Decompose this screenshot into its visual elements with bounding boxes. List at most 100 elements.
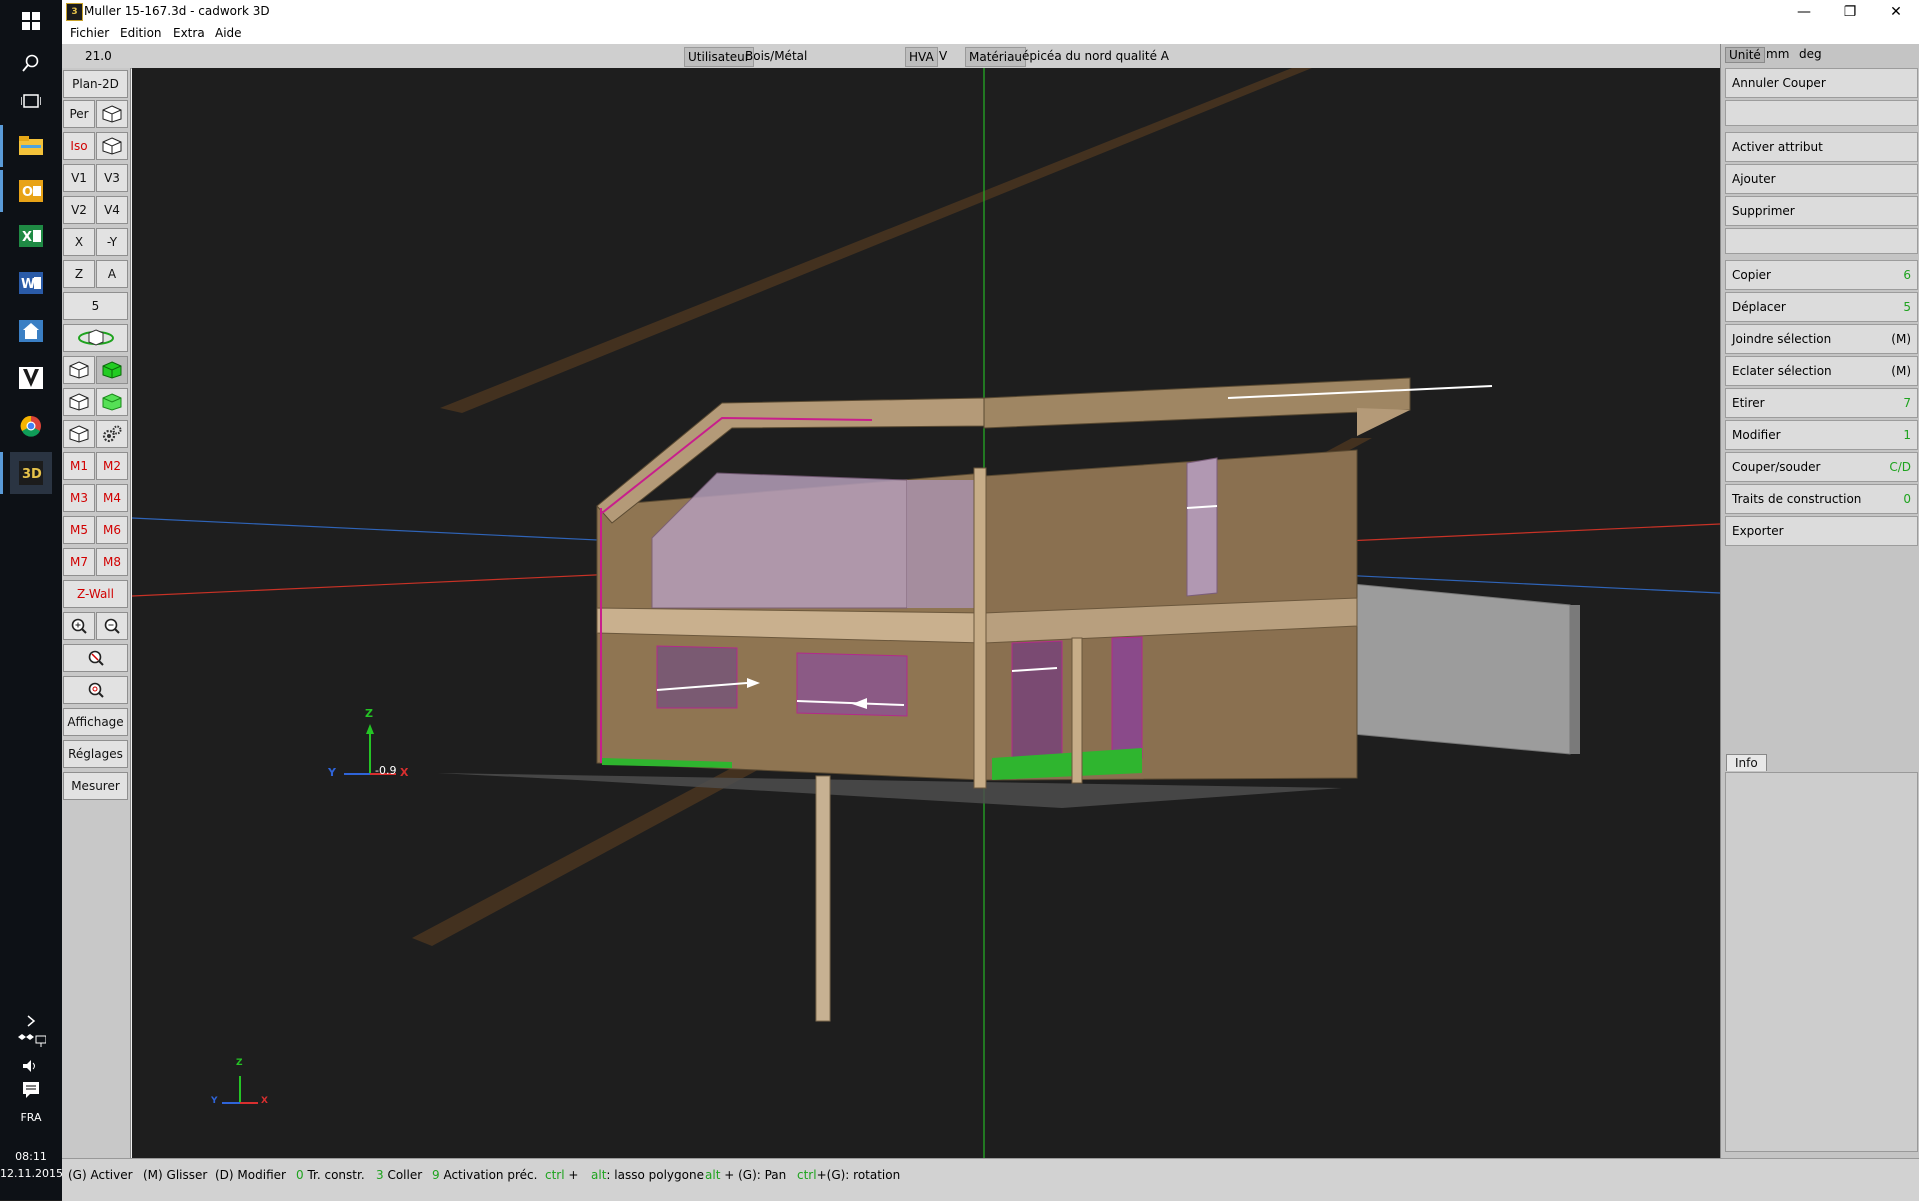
task-view-icon[interactable] — [10, 80, 52, 122]
outlook-icon[interactable]: O — [10, 170, 52, 212]
corner-axis-y-label: Y — [211, 1096, 218, 1106]
menu-edition[interactable]: Edition — [120, 26, 162, 40]
view-5-button[interactable]: 5 — [63, 292, 128, 320]
corner-post — [973, 467, 987, 789]
memory-view-button-3[interactable]: M3 — [63, 484, 95, 512]
memory-view-button-2[interactable]: M2 — [96, 452, 128, 480]
menu-extra[interactable]: Extra — [173, 26, 205, 40]
solid-green-cube-icon[interactable] — [96, 356, 128, 384]
iso-button[interactable]: Iso — [63, 132, 95, 160]
clock-time[interactable]: 08:11 — [0, 1150, 62, 1163]
hva-button[interactable]: HVA — [905, 47, 938, 67]
coordinate-readout: -0.9 — [375, 764, 397, 777]
memory-view-button-8[interactable]: M8 — [96, 548, 128, 576]
zoom-out-icon[interactable] — [96, 612, 128, 640]
supprimer-button[interactable]: Supprimer — [1725, 196, 1918, 226]
status-hint-coller: 3 Coller — [376, 1168, 423, 1182]
taskbar-active-marker — [0, 452, 3, 494]
mesurer-button[interactable]: Mesurer — [63, 772, 128, 800]
traits-construction-button[interactable]: Traits de construction 0 — [1725, 484, 1918, 514]
eclater-selection-button[interactable]: Eclater sélection (M) — [1725, 356, 1918, 386]
svg-text:O: O — [22, 185, 33, 200]
restore-button[interactable]: ❐ — [1827, 0, 1873, 24]
hidden-lines-cube-icon[interactable] — [63, 388, 95, 416]
menu-aide[interactable]: Aide — [215, 26, 242, 40]
taskbar-active-marker — [0, 125, 3, 167]
iso-cube-icon[interactable] — [96, 132, 128, 160]
chrome-icon[interactable] — [10, 405, 52, 447]
zoom-previous-icon[interactable] — [63, 676, 128, 704]
view-minus-y-button[interactable]: -Y — [96, 228, 128, 256]
taskbar-active-marker — [0, 170, 3, 212]
3d-viewport[interactable]: Z Y X -0.9 Z Y X — [132, 68, 1720, 1158]
copier-button[interactable]: Copier 6 — [1725, 260, 1918, 290]
annuler-couper-button[interactable]: Annuler Couper — [1725, 68, 1918, 98]
shaded-green-cube-icon[interactable] — [96, 388, 128, 416]
cadwork-app-icon[interactable]: 3 — [66, 3, 83, 21]
zoom-in-icon[interactable] — [63, 612, 95, 640]
close-button[interactable]: ✕ — [1873, 0, 1919, 24]
material-label[interactable]: Matériau — [965, 47, 1027, 67]
rotate-view-icon[interactable] — [63, 324, 128, 352]
joindre-selection-button[interactable]: Joindre sélection (M) — [1725, 324, 1918, 354]
activer-attribut-button[interactable]: Activer attribut — [1725, 132, 1918, 162]
clock-date[interactable]: 12.11.2015 — [0, 1167, 63, 1180]
reglages-button[interactable]: Réglages — [63, 740, 128, 768]
ajouter-button[interactable]: Ajouter — [1725, 164, 1918, 194]
v-button[interactable]: V — [936, 47, 950, 65]
cube-outline-icon[interactable] — [63, 420, 95, 448]
gears-icon[interactable] — [96, 420, 128, 448]
word-icon[interactable]: W — [10, 262, 52, 304]
view-z-button[interactable]: Z — [63, 260, 95, 288]
plan-2d-button[interactable]: Plan-2D — [63, 70, 128, 98]
info-tab[interactable]: Info — [1726, 754, 1767, 771]
svg-text:W: W — [21, 277, 35, 292]
status-hint-ctrl: ctrl + — [545, 1168, 579, 1182]
affichage-button[interactable]: Affichage — [63, 708, 128, 736]
modifier-button[interactable]: Modifier 1 — [1725, 420, 1918, 450]
memory-view-button-6[interactable]: M6 — [96, 516, 128, 544]
zoom-all-icon[interactable] — [63, 644, 128, 672]
memory-view-button-1[interactable]: M1 — [63, 452, 95, 480]
building-app-icon[interactable] — [10, 310, 52, 352]
excel-icon[interactable]: X — [10, 215, 52, 257]
search-icon[interactable] — [10, 42, 52, 84]
cadwork-taskbar-icon[interactable]: 3D — [10, 452, 52, 494]
windows-start-icon[interactable] — [10, 0, 52, 42]
unit-label[interactable]: Unité — [1725, 47, 1765, 63]
vectorworks-icon[interactable] — [10, 357, 52, 399]
status-hint-rotation: ctrl+(G): rotation — [797, 1168, 901, 1182]
perspective-cube-icon[interactable] — [96, 100, 128, 128]
view-a-button[interactable]: A — [96, 260, 128, 288]
file-explorer-icon[interactable] — [10, 125, 52, 167]
minimize-button[interactable]: — — [1781, 0, 1827, 24]
per-button[interactable]: Per — [63, 100, 95, 128]
unit-angle[interactable]: deg — [1799, 47, 1822, 61]
view-v1-button[interactable]: V1 — [63, 164, 95, 192]
z-wall-button[interactable]: Z-Wall — [63, 580, 128, 608]
couper-souder-button[interactable]: Couper/souder C/D — [1725, 452, 1918, 482]
etirer-button[interactable]: Etirer 7 — [1725, 388, 1918, 418]
view-v3-button[interactable]: V3 — [96, 164, 128, 192]
view-x-button[interactable]: X — [63, 228, 95, 256]
empty-slot-button[interactable] — [1725, 100, 1918, 126]
memory-view-button-4[interactable]: M4 — [96, 484, 128, 512]
deplacer-button[interactable]: Déplacer 5 — [1725, 292, 1918, 322]
guide-plane-upper — [440, 68, 1312, 413]
wireframe-cube-icon[interactable] — [63, 356, 95, 384]
info-bar: 21.0 Utilisateur Bois/Métal HVA V Matéri… — [62, 44, 1919, 69]
axis-tripod-z-head — [366, 724, 374, 734]
unit-length[interactable]: mm — [1766, 47, 1789, 61]
view-v4-button[interactable]: V4 — [96, 196, 128, 224]
view-v2-button[interactable]: V2 — [63, 196, 95, 224]
memory-view-button-5[interactable]: M5 — [63, 516, 95, 544]
language-indicator[interactable]: FRA — [0, 1111, 62, 1124]
menu-fichier[interactable]: Fichier — [70, 26, 109, 40]
notification-icon[interactable] — [10, 1075, 52, 1105]
memory-view-button-7[interactable]: M7 — [63, 548, 95, 576]
exporter-button[interactable]: Exporter — [1725, 516, 1918, 546]
lower-opening-2 — [1111, 636, 1143, 761]
empty-slot-button-2[interactable] — [1725, 228, 1918, 254]
lower-post — [1071, 637, 1083, 784]
upper-glazing-corner — [907, 480, 982, 608]
